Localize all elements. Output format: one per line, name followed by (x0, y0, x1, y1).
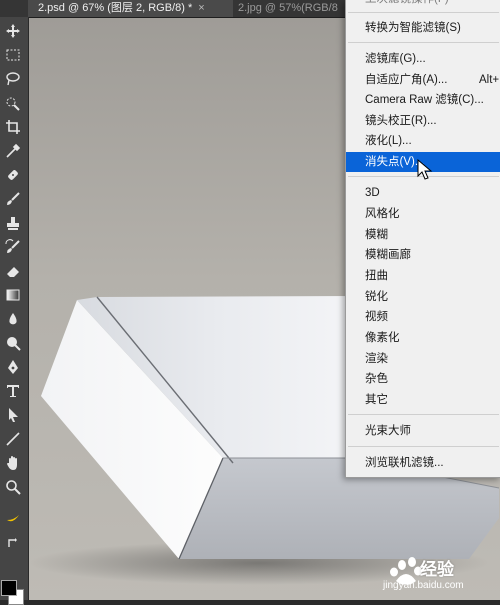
marquee-icon[interactable] (2, 45, 24, 65)
healing-brush-icon[interactable] (2, 165, 24, 185)
menu-item-shortcut: Alt+ (479, 74, 500, 86)
menu-item-label: 渲染 (365, 353, 388, 365)
menu-item-label: 光束大师 (365, 425, 411, 437)
menu-item-label: 液化(L)... (365, 135, 412, 147)
quick-select-icon[interactable] (2, 93, 24, 113)
menu-item-3d[interactable]: 3D (346, 183, 500, 203)
menu-separator (348, 414, 499, 415)
filter-menu: 上次滤镜操作(F) 转换为智能滤镜(S) 滤镜库(G)... 自适应广角(A).… (345, 0, 500, 478)
menu-item-label: Camera Raw 滤镜(C)... (365, 94, 484, 106)
lasso-icon[interactable] (2, 69, 24, 89)
menu-separator (348, 42, 499, 43)
menu-item-label: 模糊 (365, 229, 388, 241)
menu-item-stylize[interactable]: 风格化 (346, 204, 500, 224)
menu-item-last-filter[interactable]: 上次滤镜操作(F) (346, 0, 500, 9)
crop-icon[interactable] (2, 117, 24, 137)
menu-item-label: 风格化 (365, 208, 400, 220)
menu-item-label: 镜头校正(R)... (365, 115, 437, 127)
menu-item-label: 转换为智能滤镜(S) (365, 22, 461, 34)
menu-item-label: 扭曲 (365, 270, 388, 282)
menu-item-liquify[interactable]: 液化(L)... (346, 131, 500, 151)
menu-item-filter-gallery[interactable]: 滤镜库(G)... (346, 49, 500, 69)
menu-item-label: 自适应广角(A)... (365, 74, 448, 86)
watermark-text: 经验 (420, 560, 454, 579)
eyedropper-icon[interactable] (2, 141, 24, 161)
menu-item-lens-correction[interactable]: 镜头校正(R)... (346, 111, 500, 131)
menu-separator (348, 446, 499, 447)
menu-item-camera-raw[interactable]: Camera Raw 滤镜(C)... (346, 90, 500, 110)
eraser-icon[interactable] (2, 261, 24, 281)
tools-panel (0, 17, 29, 605)
menu-item-label: 3D (365, 187, 380, 199)
mouse-cursor-icon (417, 159, 433, 180)
menu-item-other[interactable]: 其它 (346, 390, 500, 410)
watermark-url: jingyan.baidu.com (383, 580, 464, 591)
menu-item-label: 其它 (365, 394, 388, 406)
foreground-color-swatch[interactable] (1, 580, 17, 596)
menu-item-beam-master[interactable]: 光束大师 (346, 421, 500, 441)
menu-item-label: 杂色 (365, 373, 388, 385)
zoom-icon[interactable] (2, 477, 24, 497)
menu-separator (348, 12, 499, 13)
menu-item-blur-gallery[interactable]: 模糊画廊 (346, 245, 500, 265)
menu-item-label: 视频 (365, 311, 388, 323)
dodge-icon[interactable] (2, 333, 24, 353)
menu-item-label: 消失点(V)... (365, 156, 425, 168)
tab-document-psd-label: 2.psd @ 67% (图层 2, RGB/8) * (38, 2, 193, 14)
menu-item-noise[interactable]: 杂色 (346, 369, 500, 389)
gradient-icon[interactable] (2, 285, 24, 305)
menu-item-label: 滤镜库(G)... (365, 53, 426, 65)
type-icon[interactable] (2, 381, 24, 401)
close-icon[interactable]: × (198, 2, 204, 14)
menu-item-label: 像素化 (365, 332, 400, 344)
pen-icon[interactable] (2, 357, 24, 377)
menu-item-render[interactable]: 渲染 (346, 349, 500, 369)
move-icon[interactable] (2, 21, 24, 41)
menu-item-video[interactable]: 视频 (346, 307, 500, 327)
menu-item-convert-smart-filters[interactable]: 转换为智能滤镜(S) (346, 18, 500, 38)
path-select-icon[interactable] (2, 405, 24, 425)
hand-icon[interactable] (2, 453, 24, 473)
menu-item-distort[interactable]: 扭曲 (346, 266, 500, 286)
clone-stamp-icon[interactable] (2, 213, 24, 233)
brush-icon[interactable] (2, 189, 24, 209)
menu-item-adaptive-wide-angle[interactable]: 自适应广角(A)... Alt+ (346, 70, 500, 90)
menu-item-label: 模糊画廊 (365, 249, 411, 261)
menu-item-label: 锐化 (365, 291, 388, 303)
tab-document-psd[interactable]: 2.psd @ 67% (图层 2, RGB/8) * × (28, 0, 233, 17)
menu-item-pixelate[interactable]: 像素化 (346, 328, 500, 348)
history-brush-icon[interactable] (2, 237, 24, 257)
line-icon[interactable] (2, 429, 24, 449)
menu-item-browse-filters-online[interactable]: 浏览联机滤镜... (346, 453, 500, 473)
tab-document-jpg-label: 2.jpg @ 57%(RGB/8 (238, 2, 338, 14)
menu-item-blur[interactable]: 模糊 (346, 225, 500, 245)
menu-item-sharpen[interactable]: 锐化 (346, 287, 500, 307)
swap-colors-icon[interactable] (2, 533, 24, 553)
blur-icon[interactable] (2, 309, 24, 329)
banana-icon[interactable] (2, 507, 24, 527)
menu-item-label: 浏览联机滤镜... (365, 457, 444, 469)
